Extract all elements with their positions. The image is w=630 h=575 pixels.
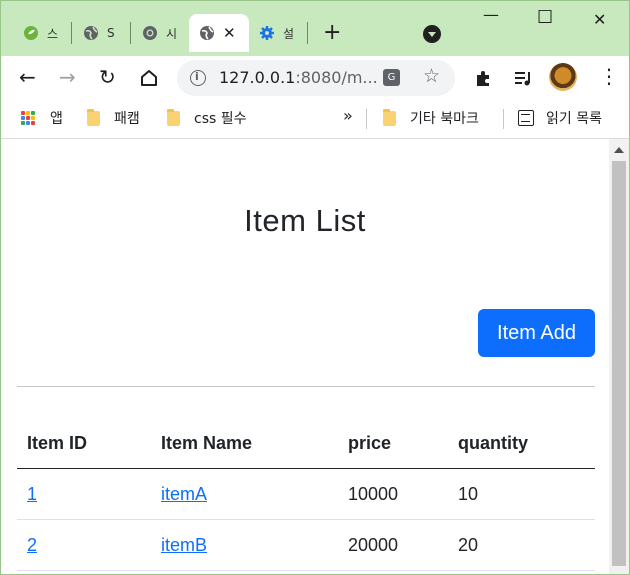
bookmarks-bar: 앱 패캠 css 필수 » 기타 북마크 읽기 목록 — [1, 100, 629, 139]
item-name-link[interactable]: itemB — [161, 535, 207, 555]
bookmark-apps[interactable]: 앱 — [21, 108, 63, 128]
browser-window: 스 S 시 ✕ 설 + — ☐ ✕ ← → ↻ i 127.0.0.1:8080… — [0, 0, 630, 575]
bookmark-folder-css[interactable]: css 필수 — [167, 108, 247, 128]
page-title: Item List — [244, 203, 366, 238]
close-tab-icon[interactable]: ✕ — [223, 24, 236, 42]
bookmarks-divider — [503, 109, 504, 129]
tab-title: 시 — [166, 26, 178, 41]
new-tab-button[interactable]: + — [323, 20, 341, 46]
reading-list-icon — [518, 110, 534, 126]
maximize-button[interactable]: ☐ — [537, 7, 553, 28]
profile-avatar[interactable] — [549, 63, 577, 91]
tab-active[interactable]: ✕ — [189, 14, 249, 52]
tab-strip: 스 S 시 ✕ 설 + — ☐ ✕ — [1, 1, 629, 56]
reading-list-label: 읽기 목록 — [546, 111, 602, 127]
tab-settings[interactable]: 설 — [249, 14, 297, 52]
forward-icon[interactable]: → — [59, 66, 76, 88]
table-row: 2 itemB 20000 20 — [17, 519, 595, 571]
site-info-icon[interactable] — [190, 70, 206, 86]
table-row: 1 itemA 10000 10 — [17, 468, 595, 520]
bookmark-label: 패캠 — [114, 111, 140, 127]
spring-icon — [24, 26, 38, 40]
column-header-item-id: Item ID — [17, 419, 151, 469]
menu-kebab-icon[interactable]: ⋮ — [599, 66, 619, 86]
minimize-button[interactable]: — — [483, 5, 499, 24]
item-table: Item ID Item Name price quantity 1 itemA… — [17, 419, 595, 571]
reading-list-button[interactable]: 읽기 목록 — [518, 108, 602, 128]
tab-separator — [71, 22, 72, 44]
browser-toolbar: ← → ↻ 127.0.0.1:8080/m... G ☆ — [1, 56, 629, 100]
translate-icon[interactable]: G — [383, 69, 400, 86]
item-id-link[interactable]: 2 — [27, 535, 37, 555]
tab-separator — [307, 22, 308, 44]
divider — [17, 386, 595, 387]
column-header-price: price — [338, 419, 448, 469]
tab-search-icon[interactable] — [423, 25, 441, 43]
scroll-thumb[interactable] — [612, 161, 626, 566]
gear-icon — [260, 26, 274, 40]
address-bar[interactable]: 127.0.0.1:8080/m... G ☆ — [177, 60, 455, 96]
folder-icon — [383, 108, 396, 126]
vertical-scrollbar[interactable] — [609, 139, 629, 574]
folder-icon — [167, 108, 180, 126]
url-text[interactable]: 127.0.0.1:8080/m... — [219, 68, 378, 87]
column-header-item-name: Item Name — [151, 419, 338, 469]
item-name-cell: itemB — [151, 519, 338, 571]
tab-site-s[interactable]: S — [73, 14, 121, 52]
bookmark-star-icon[interactable]: ☆ — [423, 65, 440, 87]
scroll-up-arrow-icon[interactable] — [614, 147, 624, 153]
item-name-cell: itemA — [151, 468, 338, 520]
item-quantity-cell: 20 — [448, 519, 595, 571]
reload-icon[interactable]: ↻ — [99, 66, 116, 88]
item-quantity-cell: 10 — [448, 468, 595, 520]
media-queue-icon[interactable] — [513, 68, 533, 88]
item-price-cell: 20000 — [338, 519, 448, 571]
chrome-icon — [143, 26, 157, 40]
folder-icon — [87, 108, 100, 126]
apps-grid-icon — [21, 110, 36, 126]
bookmark-label: 앱 — [50, 111, 63, 127]
globe-icon — [200, 26, 214, 40]
bookmark-folder-fastcampus[interactable]: 패캠 — [87, 108, 140, 128]
close-window-button[interactable]: ✕ — [593, 10, 606, 29]
item-price-cell: 10000 — [338, 468, 448, 520]
tab-title: 설 — [283, 26, 295, 41]
item-id-link[interactable]: 1 — [27, 484, 37, 504]
tab-title: S — [107, 26, 115, 40]
page-viewport: Item List Item Add Item ID Item Name pri… — [1, 139, 609, 574]
globe-icon — [84, 26, 98, 40]
back-icon[interactable]: ← — [19, 66, 36, 88]
item-id-cell: 1 — [17, 468, 151, 520]
bookmark-label: css 필수 — [194, 111, 247, 127]
item-add-button[interactable]: Item Add — [478, 309, 595, 357]
table-header-row: Item ID Item Name price quantity — [17, 419, 595, 469]
item-id-cell: 2 — [17, 519, 151, 571]
extensions-puzzle-icon[interactable] — [473, 68, 493, 88]
item-name-link[interactable]: itemA — [161, 484, 207, 504]
bookmarks-divider — [366, 109, 367, 129]
home-icon[interactable] — [139, 68, 159, 88]
tab-chrome[interactable]: 시 — [132, 14, 180, 52]
tab-spring[interactable]: 스 — [13, 14, 61, 52]
bookmarks-overflow-button[interactable]: » — [343, 106, 353, 125]
column-header-quantity: quantity — [448, 419, 595, 469]
bookmark-label: 기타 북마크 — [410, 111, 479, 127]
bookmark-other-bookmarks[interactable]: 기타 북마크 — [383, 108, 479, 128]
tab-title: 스 — [47, 26, 59, 41]
tab-separator — [130, 22, 131, 44]
